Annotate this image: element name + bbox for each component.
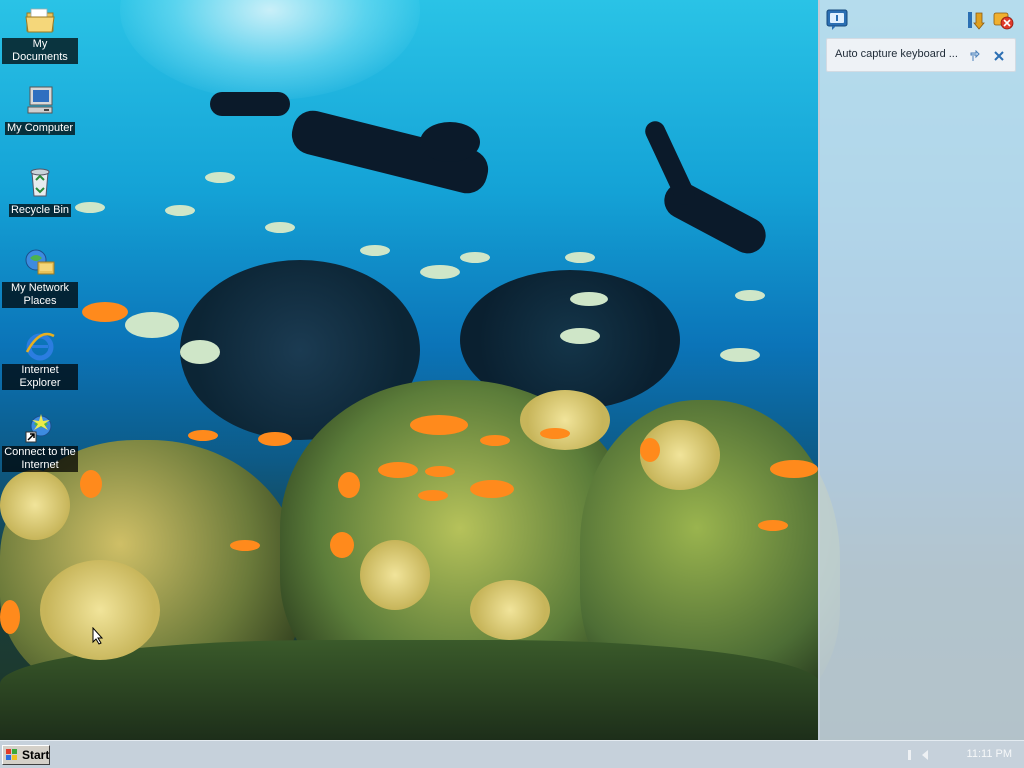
notification-text: Auto capture keyboard ...	[835, 48, 958, 60]
settings-close-icon[interactable]	[992, 9, 1014, 31]
taskbar: Start 11:11 PM	[0, 740, 1024, 768]
desktop-icon-label: My Documents	[2, 38, 78, 64]
desktop-icon-label: My Computer	[4, 122, 76, 135]
desktop-icon-label: Internet Explorer	[2, 364, 78, 390]
start-label: Start	[22, 748, 50, 762]
mouse-cursor-icon	[92, 627, 104, 645]
close-icon[interactable]	[993, 49, 1005, 61]
tray-icons[interactable]	[906, 747, 946, 763]
desktop-icon-label: Recycle Bin	[8, 204, 72, 217]
computer-icon	[24, 84, 56, 116]
network-places-icon	[24, 248, 56, 280]
notification-item[interactable]: Auto capture keyboard ...	[826, 38, 1016, 72]
notification-side-panel: Auto capture keyboard ...	[818, 0, 1024, 740]
connect-internet-icon	[24, 412, 56, 444]
start-button[interactable]: Start	[2, 745, 50, 765]
sort-icon[interactable]	[964, 9, 986, 31]
desktop-icon-recycle-bin[interactable]: Recycle Bin	[2, 166, 78, 218]
desktop-icon-my-network-places[interactable]: My Network Places	[2, 248, 78, 309]
recycle-bin-icon	[24, 166, 56, 198]
chat-bubble-icon[interactable]	[826, 9, 848, 31]
desktop-icon-label: My Network Places	[2, 282, 78, 308]
desktop: My Documents My Computer Recycle Bin My …	[0, 0, 1024, 768]
desktop-icon-my-documents[interactable]: My Documents	[2, 4, 78, 65]
panel-header	[820, 0, 1024, 36]
desktop-icon-connect-to-the-internet[interactable]: Connect to the Internet	[2, 412, 78, 473]
tray-clock: 11:11 PM	[966, 748, 1012, 760]
internet-explorer-icon	[24, 330, 56, 362]
windows-logo-icon	[6, 749, 17, 760]
folder-documents-icon	[24, 4, 56, 36]
desktop-icon-label: Connect to the Internet	[2, 446, 78, 472]
desktop-icon-internet-explorer[interactable]: Internet Explorer	[2, 330, 78, 391]
pin-icon[interactable]	[969, 49, 981, 61]
desktop-icon-my-computer[interactable]: My Computer	[2, 84, 78, 136]
